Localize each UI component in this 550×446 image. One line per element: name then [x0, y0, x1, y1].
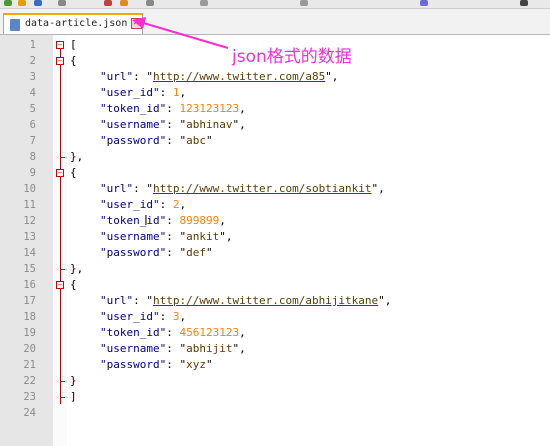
annotation-label: json格式的数据	[232, 47, 352, 67]
